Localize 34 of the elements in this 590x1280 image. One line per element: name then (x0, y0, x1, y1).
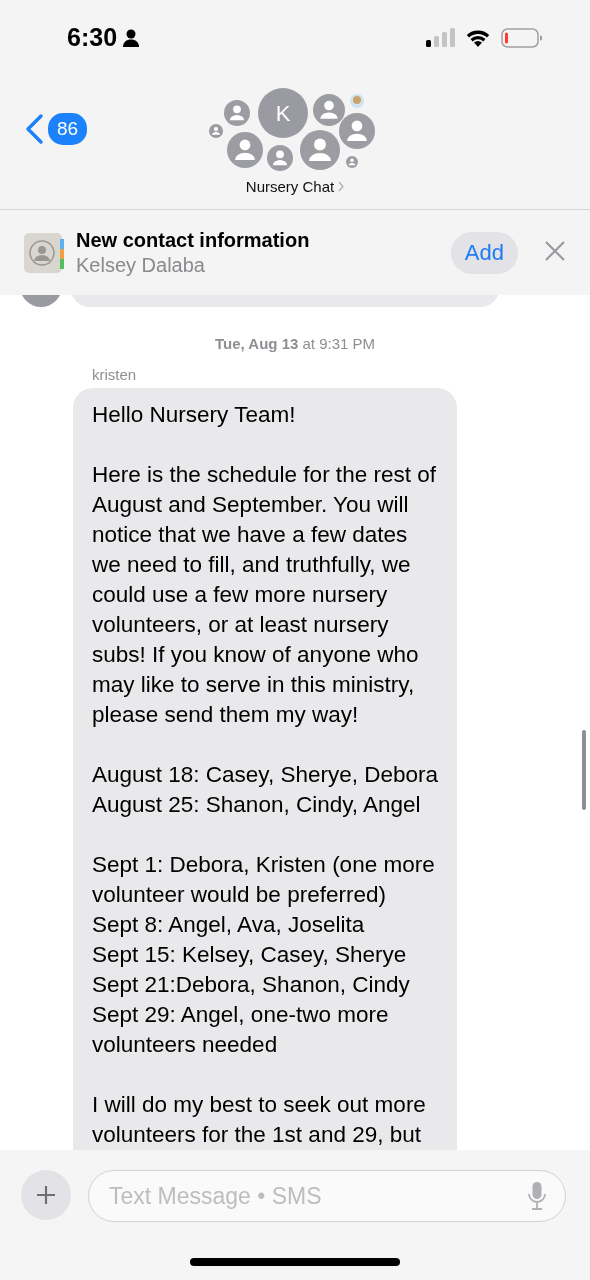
avatar-initial: K (275, 101, 291, 126)
person-avatar-icon (227, 132, 263, 168)
avatar-icon (350, 94, 364, 108)
unread-count: 86 (48, 113, 88, 145)
chat-title[interactable]: Nursery Chat (245, 178, 335, 195)
add-button[interactable]: Add (450, 231, 518, 274)
person-avatar-icon (339, 113, 375, 149)
add-attachment-button[interactable] (21, 1170, 71, 1220)
person-avatar-icon (346, 156, 358, 168)
contacts-icon (24, 232, 64, 273)
back-button[interactable]: 86 (24, 113, 88, 145)
person-avatar-icon (300, 130, 340, 170)
message-paragraph: Sept 1: Debora, Kristen (one more volunteer would be preferred) Sept 8: Angel, Ava, Joselita Sept 15: Kelsey, Casey, Sherye Sept 21:Debora, Shanon, Cindy Sept 29: Angel, one-two more volunteers needed (92, 851, 436, 1059)
message-paragraph: Here is the schedule for the rest of August and September. You will notice that we have a few dates we need to fill, and truthfully, we could use a few more nursery volunteers, or at least nursery subs! If you know of anyone who may like to serve in this ministry, please send them my way! (92, 461, 437, 729)
signal-icon (426, 28, 455, 47)
microphone-icon[interactable] (528, 1182, 546, 1210)
back-chevron-icon[interactable] (24, 113, 44, 145)
wifi-icon (465, 28, 491, 47)
chevron-icon[interactable] (338, 181, 345, 192)
message-paragraph: August 18: Casey, Sherye, Debora August 25: Shanon, Cindy, Angel (92, 761, 439, 819)
message-paragraph: I will do my best to seek out more volunteers for the 1st and 29, but (92, 1091, 427, 1149)
person-icon (123, 28, 140, 47)
person-avatar-icon (267, 145, 293, 171)
message-paragraph: Hello Nursery Team! (92, 401, 297, 429)
timestamp: Tue, Aug 13 at 9:31 PM (213, 335, 377, 352)
battery-icon (501, 27, 542, 48)
clock-time: 6:30 (67, 23, 118, 52)
person-avatar-icon (313, 94, 345, 126)
plus-icon[interactable] (36, 1185, 56, 1205)
message-field[interactable]: Text Message • SMS (88, 1170, 566, 1222)
contact-name: Kelsey Dalaba (76, 253, 206, 277)
banner-title: New contact information (76, 228, 311, 252)
avatar-circle (258, 88, 308, 138)
sender-name: kristen (92, 366, 138, 383)
